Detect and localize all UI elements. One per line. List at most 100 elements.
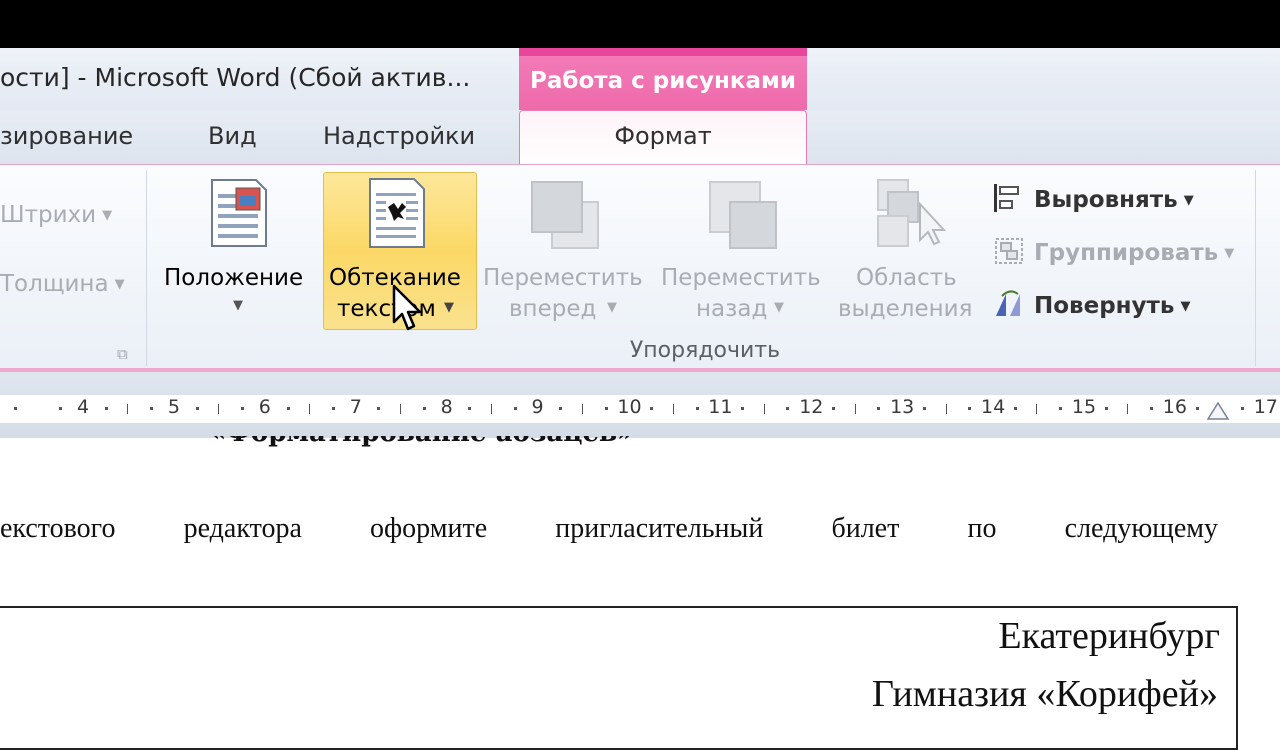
rotate-label: Повернуть (1034, 293, 1175, 319)
ruler-number: 15 (1071, 396, 1097, 418)
ruler-tick (1036, 404, 1038, 414)
paragraph-word: следующему (1064, 513, 1218, 544)
ruler-dot (922, 407, 926, 410)
ruler-dot (741, 407, 745, 410)
position-label: Положение (164, 265, 304, 291)
ruler-number: 13 (890, 396, 915, 418)
paragraph-word: пригласительный (555, 513, 764, 544)
window-title: ости] - Microsoft Word (Сбой актив... (0, 63, 471, 92)
align-label: Выровнять (1034, 187, 1178, 213)
ruler-dot (786, 407, 790, 410)
selection-pane-icon (877, 179, 946, 247)
bring-forward-icon (531, 181, 599, 249)
send-backward-label-line2: назад (696, 296, 768, 322)
bring-forward-label-line1: Переместить (483, 265, 643, 291)
ruler-tick (127, 404, 129, 414)
tab-view[interactable]: Вид (208, 122, 257, 150)
ruler-dot (468, 407, 472, 410)
picture-tools-label: Работа с рисунками (530, 68, 796, 94)
black-top-bar (0, 0, 1280, 48)
strokes-label: Штрихи (0, 202, 97, 228)
paragraph-word: редактора (183, 513, 302, 544)
ruler-dot (377, 407, 381, 410)
ruler-dot (331, 407, 335, 410)
ruler-dot (695, 407, 699, 410)
ruler-dot (877, 407, 881, 410)
strokes-button[interactable]: Штрихи ▼ (0, 202, 112, 228)
ruler-dot (968, 407, 972, 410)
ruler-dot (195, 407, 199, 410)
ruler-dot (1059, 407, 1063, 410)
ruler-number: 7 (349, 396, 362, 418)
ruler-number: 17 (1253, 396, 1278, 418)
ruler-dot (513, 407, 517, 410)
group-label: Группировать (1034, 240, 1219, 266)
ruler-tick (218, 404, 220, 414)
mouse-cursor-icon (392, 284, 422, 331)
ruler-dot (59, 407, 63, 410)
rotate-button[interactable]: Повернуть ▼ (992, 288, 1190, 320)
ruler-dot (650, 407, 654, 410)
ruler-dot (13, 407, 17, 410)
ruler-dot (241, 407, 245, 410)
chevron-down-icon: ▼ (102, 208, 113, 223)
paragraph-word: билет (831, 513, 900, 544)
arrange-group-caption: Упорядочить (629, 338, 781, 363)
thickness-button[interactable]: Толщина ▼ (0, 271, 125, 297)
ticket-city: Екатеринбург (998, 615, 1220, 657)
ruler-tick (945, 404, 947, 414)
ruler-dot (104, 407, 108, 410)
ruler-number: 9 (531, 396, 544, 418)
ruler-dot (422, 407, 426, 410)
chevron-down-icon: ▼ (444, 300, 454, 315)
ruler-dot (1195, 407, 1199, 410)
document-paragraph: екстового редактора оформите пригласительны… (0, 513, 1218, 545)
tab-addins[interactable]: Надстройки (323, 122, 475, 150)
ruler-number: 5 (167, 396, 180, 418)
bring-forward-label-line2: вперед (509, 296, 597, 322)
ruler-dot (604, 407, 608, 410)
ruler-dot (831, 407, 835, 410)
align-icon (994, 184, 1019, 212)
group-icon (995, 238, 1023, 264)
paragraph-word: по (967, 513, 997, 544)
group-button[interactable]: Группировать ▼ (992, 235, 1234, 267)
chevron-down-icon: ▼ (233, 298, 243, 313)
selection-pane-label-line2: выделения (838, 296, 973, 322)
ruler-tick (400, 404, 402, 414)
paragraph-word: оформите (370, 513, 488, 544)
group-separator (1255, 170, 1256, 366)
tab-format-label: Формат (614, 122, 712, 150)
ruler-dot (559, 407, 563, 410)
chevron-down-icon: ▼ (1183, 193, 1194, 208)
right-indent-marker-icon[interactable] (1206, 397, 1230, 421)
ruler-number: 12 (799, 396, 824, 418)
thickness-label: Толщина (0, 271, 109, 297)
ruler-tick (854, 404, 856, 414)
selection-pane-label-line1: Область (856, 265, 957, 291)
ruler-dot (286, 407, 290, 410)
ruler-tick (491, 404, 493, 414)
rotate-icon (996, 290, 1020, 316)
position-icon (211, 179, 267, 247)
align-button[interactable]: Выровнять ▼ (992, 182, 1194, 214)
chevron-down-icon: ▼ (114, 277, 125, 292)
send-backward-icon (709, 181, 777, 249)
dialog-launcher-icon[interactable]: ⧉ (117, 345, 128, 363)
ruler-number: 10 (617, 396, 642, 418)
send-backward-label-line1: Переместить (661, 265, 821, 291)
chevron-down-icon: ▼ (1180, 299, 1191, 314)
ruler-tick (309, 404, 311, 414)
ticket-school: Гимназия «Корифей» (871, 673, 1218, 715)
tab-review[interactable]: зирование (0, 122, 133, 150)
ruler-dot (1150, 407, 1154, 410)
ruler-number: 8 (440, 396, 453, 418)
paragraph-word: екстового (0, 513, 116, 544)
ruler-tick (672, 404, 674, 414)
ruler-dot (1013, 407, 1017, 410)
wrap-text-icon (369, 178, 425, 248)
ruler-number: 6 (258, 396, 271, 418)
group-separator (146, 170, 147, 366)
ruler-dot (1240, 407, 1244, 410)
ruler-tick (581, 404, 583, 414)
